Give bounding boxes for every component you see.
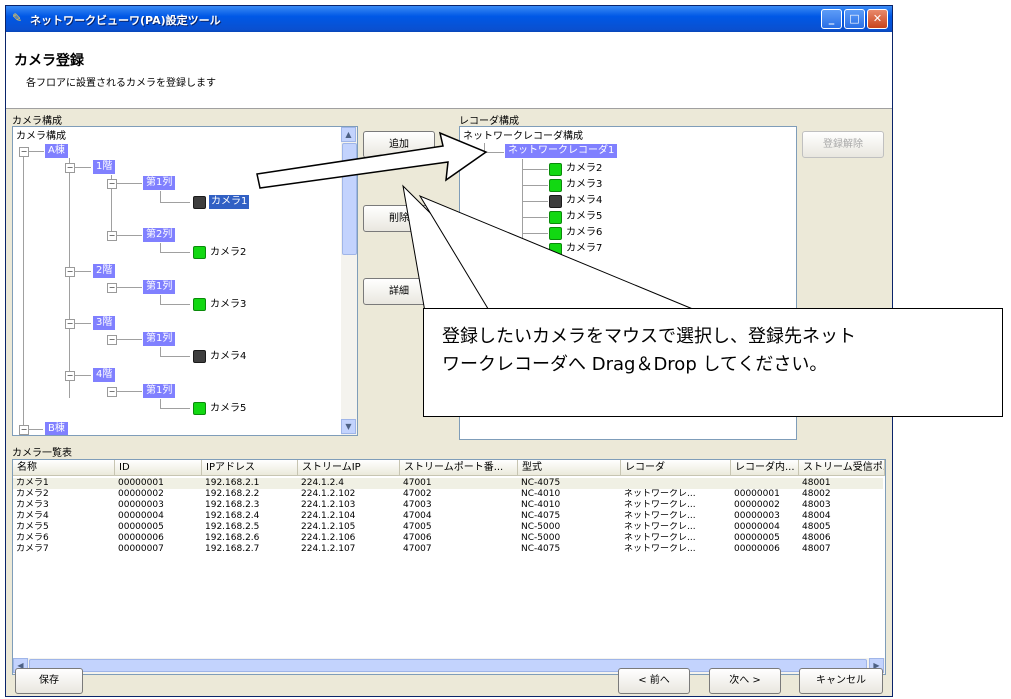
callout-text-line-1: 登録したいカメラをマウスで選択し、登録先ネット	[442, 326, 856, 347]
instruction-callout: 登録したいカメラをマウスで選択し、登録先ネット ワークレコーダへ Drag＆Dr…	[423, 308, 1003, 417]
drag-arrow-icon	[256, 131, 488, 189]
callout-text-line-2: ワークレコーダへ Drag＆Drop してください。	[442, 354, 828, 375]
